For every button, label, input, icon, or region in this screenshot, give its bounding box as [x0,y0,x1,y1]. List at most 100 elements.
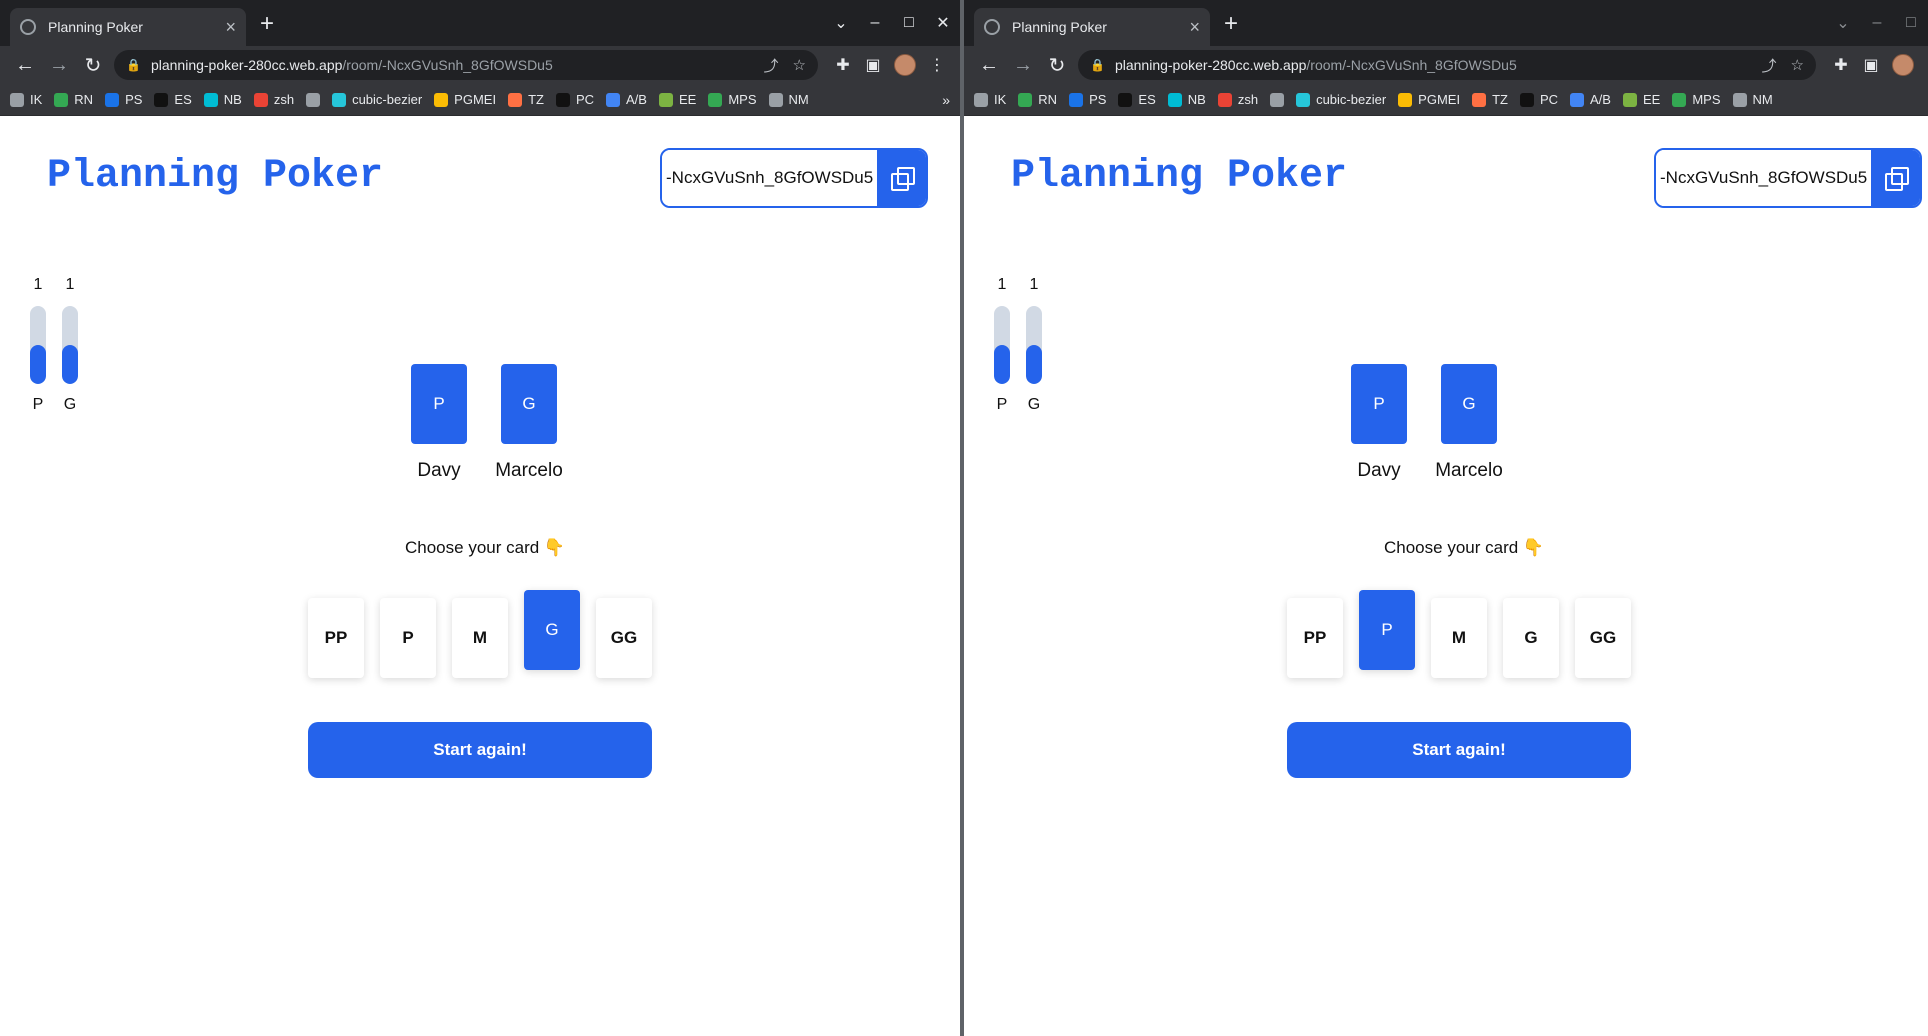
close-window-icon[interactable]: ✕ [926,13,960,33]
deck-card-g[interactable]: G [524,590,580,670]
minimize-icon[interactable]: – [858,14,892,32]
bookmark-item[interactable]: TZ [1472,92,1508,107]
bookmark-item[interactable]: IK [10,92,42,107]
bookmarks-overflow-icon[interactable]: » [942,92,950,108]
address-bar[interactable]: 🔒 planning-poker-280cc.web.app /room/-Nc… [114,50,818,80]
deck-card-pp[interactable]: PP [308,598,364,678]
reload-icon[interactable]: ↻ [76,53,110,78]
player-davy: P Davy [404,364,474,482]
stat-label: P [32,396,44,413]
bookmark-icon [974,92,988,107]
bookmark-item[interactable]: A/B [1570,92,1611,107]
bookmark-item[interactable]: PGMEI [1398,92,1460,107]
extensions-icon[interactable]: ✚ [1826,55,1856,75]
start-again-button[interactable]: Start again! [1287,722,1631,778]
bookmark-item[interactable]: PGMEI [434,92,496,107]
profile-avatar[interactable] [1892,54,1914,76]
stat-bar [62,306,78,384]
close-tab-icon[interactable]: × [225,18,236,36]
extensions-icon[interactable]: ✚ [828,55,858,75]
menu-icon[interactable]: ⋮ [922,55,952,75]
star-icon[interactable]: ☆ [1791,56,1804,74]
bookmark-item[interactable]: NM [768,92,809,107]
bookmark-item[interactable]: zsh [1217,92,1259,107]
reload-icon[interactable]: ↻ [1040,53,1074,78]
forward-icon[interactable]: → [42,54,76,77]
bookmark-label: TZ [528,92,544,107]
bookmark-icon [1296,92,1311,107]
browser-window-left: Planning Poker × + ⌄ – □ ✕ ← → ↻ 🔒 plann… [0,0,960,1036]
player-name: Marcelo [1435,460,1503,481]
bookmark-item[interactable]: ES [154,92,192,107]
player-marcelo: G Marcelo [494,364,564,482]
bookmark-label: zsh [1237,92,1259,107]
bookmark-item[interactable]: TZ [508,92,544,107]
new-tab-button[interactable]: + [1224,12,1238,36]
back-icon[interactable]: ← [972,54,1006,77]
lock-icon: 🔒 [1090,58,1105,72]
bookmark-item[interactable]: cubic-bezier [332,92,422,107]
bookmark-item[interactable]: NB [203,92,242,107]
chevron-down-icon[interactable]: ⌄ [1826,13,1860,33]
browser-tab[interactable]: Planning Poker × [974,8,1210,46]
new-tab-button[interactable]: + [260,12,274,36]
star-icon[interactable]: ☆ [793,56,806,74]
minimize-icon[interactable]: – [1860,14,1894,32]
maximize-icon[interactable]: □ [1894,14,1928,32]
bookmark-item[interactable]: RN [1018,92,1057,107]
bookmark-item[interactable]: MPS [1672,92,1721,107]
copy-room-button[interactable] [877,150,926,206]
bookmark-item[interactable]: PS [105,92,142,107]
bookmark-item[interactable]: zsh [253,92,294,107]
bookmark-item[interactable]: NB [1167,92,1206,107]
deck-card-gg[interactable]: GG [1575,598,1631,678]
bookmark-label: NM [1752,92,1773,107]
deck-card-p[interactable]: P [1359,590,1415,670]
bookmark-item[interactable]: ES [1118,92,1156,107]
browser-tab[interactable]: Planning Poker × [10,8,246,46]
bookmark-item[interactable]: IK [974,92,1006,107]
bookmark-item[interactable] [306,92,321,107]
bookmark-item[interactable]: RN [54,92,93,107]
deck-card-m[interactable]: M [452,598,508,678]
deck-card-pp[interactable]: PP [1287,598,1343,678]
bookmark-icon [658,92,673,107]
bookmark-item[interactable]: PC [1519,92,1558,107]
url-host: planning-poker-280cc.web.app [150,57,343,73]
deck-card-g[interactable]: G [1503,598,1559,678]
close-tab-icon[interactable]: × [1189,18,1200,36]
player-name: Davy [1357,460,1401,481]
bookmark-item[interactable]: EE [1622,92,1660,107]
start-again-button[interactable]: Start again! [308,722,652,778]
bookmark-item[interactable]: MPS [708,92,757,107]
chevron-down-icon[interactable]: ⌄ [824,13,858,33]
share-icon[interactable]: ⤴ [764,55,779,76]
back-icon[interactable]: ← [8,54,42,77]
bookmark-item[interactable]: A/B [606,92,647,107]
maximize-icon[interactable]: □ [892,14,926,32]
side-panel-icon[interactable]: ▣ [858,55,888,75]
tab-title: Planning Poker [48,19,143,35]
bookmark-item[interactable]: PC [555,92,594,107]
bookmark-item[interactable]: cubic-bezier [1296,92,1386,107]
side-panel-icon[interactable]: ▣ [1856,55,1886,75]
room-id-field[interactable]: -NcxGVuSnh_8GfOWSDu5 [662,150,878,206]
stat-g: 1 G [1026,276,1042,414]
deck-card-p[interactable]: P [380,598,436,678]
profile-avatar[interactable] [894,54,916,76]
deck-card-m[interactable]: M [1431,598,1487,678]
bookmark-item[interactable] [1270,92,1285,107]
copy-room-button[interactable] [1871,150,1920,206]
share-icon[interactable]: ⤴ [1762,55,1777,76]
bookmark-item[interactable]: EE [658,92,696,107]
player-davy: P Davy [1344,364,1414,482]
bookmark-item[interactable]: PS [1069,92,1106,107]
stat-p: 1 P [994,276,1010,414]
forward-icon[interactable]: → [1006,54,1040,77]
deck-card-gg[interactable]: GG [596,598,652,678]
bookmark-item[interactable]: NM [1732,92,1773,107]
stat-count: 1 [65,276,75,293]
card-deck: PP P M G GG [1287,590,1631,678]
address-bar[interactable]: 🔒 planning-poker-280cc.web.app /room/-Nc… [1078,50,1816,80]
room-id-field[interactable]: -NcxGVuSnh_8GfOWSDu5 [1656,150,1872,206]
